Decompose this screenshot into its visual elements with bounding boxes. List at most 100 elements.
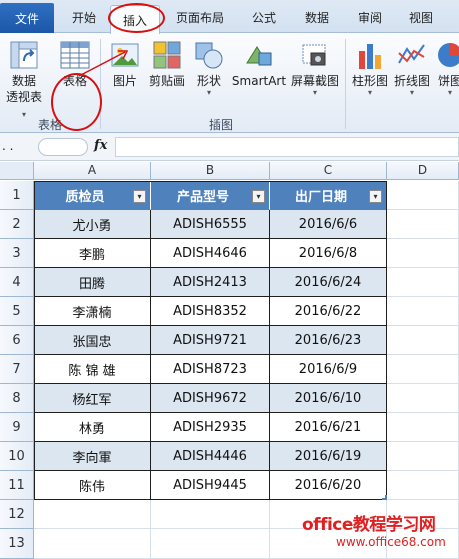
select-all-corner[interactable] [0,162,34,180]
table-cell[interactable]: ADISH9672 [151,384,270,413]
table-cell[interactable] [387,384,459,413]
row-header-5[interactable]: 5 [0,297,34,326]
table-cell[interactable] [387,297,459,326]
column-header-a[interactable]: A [34,162,151,180]
column-chart-label: 柱形图 [351,74,388,88]
table-cell[interactable]: ADISH9445 [151,471,270,500]
pie-chart-button[interactable]: 饼图 ▾ [435,39,459,97]
shapes-button[interactable]: 形状 ▾ [194,39,224,97]
insert-function-icon[interactable]: fx [94,138,107,153]
table-cell[interactable]: 2016/6/24 [270,268,387,297]
table-cell[interactable] [34,500,151,529]
pivot-table-button[interactable]: 数据 透视表 ▾ [4,39,44,121]
table-cell[interactable]: 张国忠 [34,326,151,355]
row-header-8[interactable]: 8 [0,384,34,413]
table-cell[interactable]: 李向軍 [34,442,151,471]
row-header-9[interactable]: 9 [0,413,34,442]
ribbon-insert: 数据 透视表 ▾ 表格 图片 剪贴画 形状 ▾ SmartArt 屏幕截图 ▾ … [0,33,459,133]
table-cell[interactable] [387,413,459,442]
table-cell[interactable] [34,529,151,559]
row-header-2[interactable]: 2 [0,210,34,239]
row-header-7[interactable]: 7 [0,355,34,384]
row-header-12[interactable]: 12 [0,500,34,529]
table-cell[interactable]: ADISH4646 [151,239,270,268]
column-header-d[interactable]: D [387,162,459,180]
table-resize-handle[interactable] [382,495,387,500]
table-cell[interactable]: ADISH8352 [151,297,270,326]
tab-formulas[interactable]: 公式 [252,9,276,26]
shapes-icon [195,42,223,69]
table-cell[interactable]: 2016/6/23 [270,326,387,355]
row-header-1[interactable]: 1 [0,181,34,210]
table-cell[interactable]: 杨红军 [34,384,151,413]
tab-review[interactable]: 审阅 [358,9,382,26]
table-cell[interactable]: 2016/6/21 [270,413,387,442]
row-header-6[interactable]: 6 [0,326,34,355]
table-cell[interactable]: 田腾 [34,268,151,297]
row-header-11[interactable]: 11 [0,471,34,500]
column-header-c[interactable]: C [270,162,387,180]
table-cell[interactable]: ADISH2935 [151,413,270,442]
column-chart-button[interactable]: 柱形图 ▾ [350,39,390,97]
table-cell[interactable]: 尤小勇 [34,210,151,239]
table-cell[interactable] [387,471,459,500]
filter-dropdown-icon[interactable]: ▾ [369,190,382,203]
annotation-arrow-icon [78,50,129,77]
table-cell[interactable]: 陈 锦 雄 [34,355,151,384]
tab-data[interactable]: 数据 [305,9,329,26]
row-header-3[interactable]: 3 [0,239,34,268]
filter-dropdown-icon[interactable]: ▾ [252,190,265,203]
table-cell[interactable]: ADISH4446 [151,442,270,471]
row-header-13[interactable]: 13 [0,529,34,559]
table-cell[interactable] [387,239,459,268]
table-cell[interactable]: 2016/6/19 [270,442,387,471]
table-cell[interactable] [387,355,459,384]
column-header-b[interactable]: B [151,162,270,180]
table-cell[interactable] [151,529,270,559]
name-box[interactable]: . . [0,137,30,157]
tab-home[interactable]: 开始 [72,9,96,26]
table-cell[interactable] [151,500,270,529]
table-header-cell[interactable]: 产品型号 ▾ [151,181,270,210]
table-cell[interactable]: 李鹏 [34,239,151,268]
table-cell[interactable]: 2016/6/9 [270,355,387,384]
table-header-label: 质检员 [65,189,105,205]
table-cell[interactable]: 2016/6/8 [270,239,387,268]
table-cell[interactable]: 陈伟 [34,471,151,500]
table-cell[interactable]: 2016/6/6 [270,210,387,239]
table-cell[interactable]: 2016/6/22 [270,297,387,326]
table-cell[interactable]: 林勇 [34,413,151,442]
table-cell[interactable]: ADISH2413 [151,268,270,297]
screenshot-label: 屏幕截图 [290,74,339,88]
table-cell[interactable]: ADISH6555 [151,210,270,239]
smartart-button[interactable]: SmartArt [231,39,287,89]
table-cell[interactable] [387,181,459,210]
tab-file[interactable]: 文件 [0,3,54,33]
table-cell[interactable] [387,326,459,355]
table-cell[interactable]: 2016/6/10 [270,384,387,413]
filter-dropdown-icon[interactable]: ▾ [133,190,146,203]
table-cell[interactable]: ADISH8723 [151,355,270,384]
pie-chart-label: 饼图 [437,74,459,88]
table-cell[interactable] [387,268,459,297]
group-separator [345,39,346,129]
table-cell[interactable]: ADISH9721 [151,326,270,355]
formula-controls[interactable] [38,138,88,156]
formula-input[interactable] [115,137,459,157]
column-chart-icon [359,44,381,69]
screenshot-button[interactable]: 屏幕截图 ▾ [290,39,340,97]
tab-page-layout[interactable]: 页面布局 [176,9,224,26]
tab-view[interactable]: 视图 [409,9,433,26]
row-header-4[interactable]: 4 [0,268,34,297]
shapes-label: 形状 [196,74,221,88]
table-cell[interactable]: 李潇楠 [34,297,151,326]
clip-art-button[interactable]: 剪贴画 [146,39,188,89]
table-header-cell[interactable]: 质检员 ▾ [34,181,151,210]
table-cell[interactable] [387,210,459,239]
table-header-cell[interactable]: 出厂日期 ▾ [270,181,387,210]
table-cell[interactable] [387,442,459,471]
line-chart-button[interactable]: 折线图 ▾ [392,39,432,97]
table-cell[interactable]: 2016/6/20 [270,471,387,500]
annotation-circle-insert-tab [108,3,165,33]
row-header-10[interactable]: 10 [0,442,34,471]
